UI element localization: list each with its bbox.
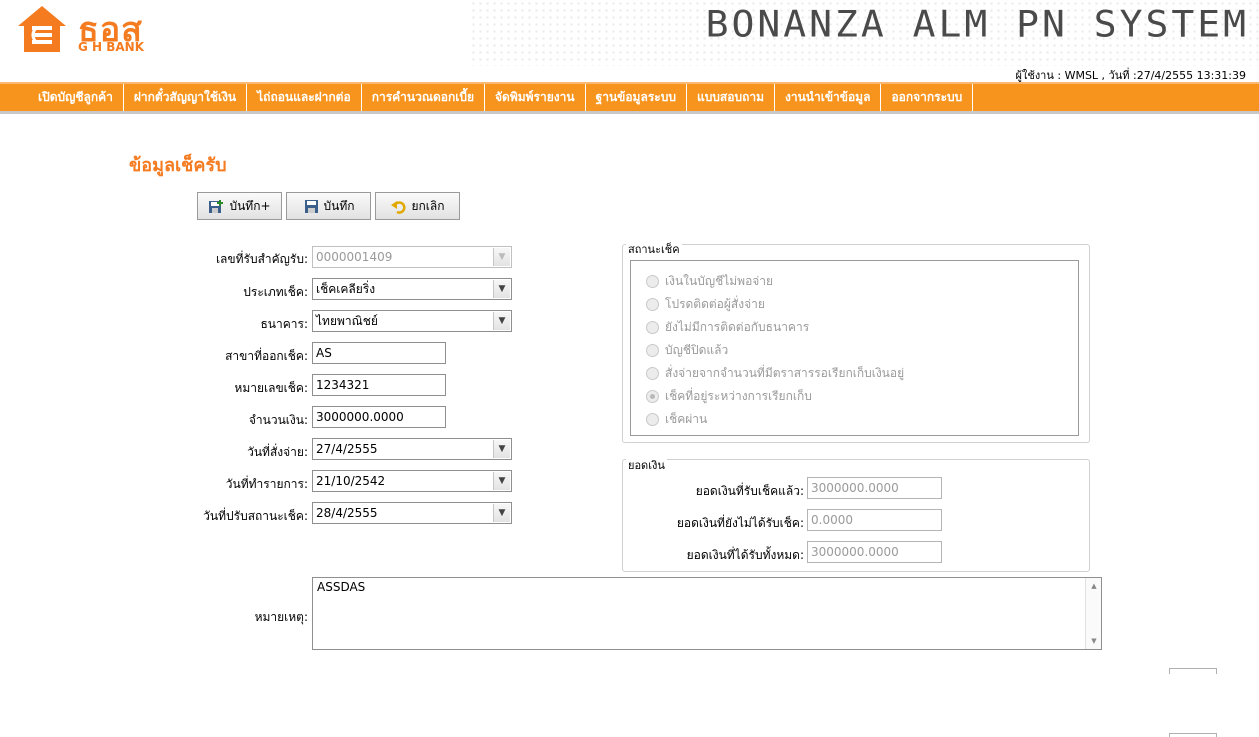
pay-date-label: วันที่สั่งจ่าย: — [247, 445, 308, 459]
total-amount-field: 3000000.0000 — [807, 541, 942, 563]
menu-interest-calc[interactable]: การคำนวณดอกเบี้ย — [362, 84, 485, 111]
status-date-label: วันที่ปรับสถานะเช็ค: — [203, 509, 308, 523]
bank-select[interactable]: ไทยพาณิชย์ ▼ — [312, 310, 512, 332]
branch-label: สาขาที่ออกเช็ค: — [225, 349, 308, 363]
status-option-label: ยังไม่มีการติดต่อกับธนาคาร — [665, 320, 810, 334]
cheque-type-value: เช็คเคลียริ่ง — [316, 282, 376, 296]
scroll-up-icon[interactable]: ▲ — [1086, 578, 1102, 594]
bank-value: ไทยพาณิชย์ — [316, 314, 378, 328]
partial-button[interactable] — [1169, 668, 1217, 674]
scroll-down-icon[interactable]: ▼ — [1086, 633, 1102, 649]
cheque-type-label: ประเภทเช็ค: — [243, 285, 308, 299]
pay-date-picker[interactable]: 27/4/2555 ▼ — [312, 438, 512, 460]
status-option[interactable]: โปรดติดต่อผู้สั่งจ่าย — [646, 295, 765, 314]
menu-open-account[interactable]: เปิดบัญชีลูกค้า — [28, 84, 124, 111]
partial-button[interactable] — [1169, 733, 1217, 737]
note-label: หมายเหตุ: — [254, 610, 308, 624]
amount-label: จำนวนเงิน: — [248, 413, 308, 427]
pay-date-value: 27/4/2555 — [316, 442, 378, 456]
chevron-down-icon[interactable]: ▼ — [493, 312, 510, 330]
main-menu: เปิดบัญชีลูกค้า ฝากตั๋วสัญญาใช้เงิน ไถ่ถ… — [0, 82, 1259, 114]
radio-button-checked[interactable] — [646, 390, 659, 403]
note-textarea[interactable]: ASSDAS ▲ ▼ — [312, 577, 1102, 650]
scrollbar[interactable]: ▲ ▼ — [1085, 578, 1101, 649]
receipt-no-value: 0000001409 — [316, 250, 393, 264]
save-label: บันทึก — [323, 198, 355, 213]
received-label: ยอดเงินที่รับเช็คแล้ว: — [695, 484, 804, 498]
receipt-no-label: เลขที่รับสำคัญรับ: — [215, 252, 308, 266]
status-option-label: เช็คที่อยู่ระหว่างการเรียกเก็บ — [665, 389, 812, 403]
radio-button[interactable] — [646, 298, 659, 311]
bank-label: ธนาคาร: — [260, 317, 308, 331]
chevron-down-icon[interactable]: ▼ — [493, 504, 510, 522]
status-option-label: สั่งจ่ายจากจำนวนที่มีตราสารรอเรียกเก็บเง… — [665, 366, 905, 380]
status-option-selected[interactable]: เช็คที่อยู่ระหว่างการเรียกเก็บ — [646, 387, 812, 406]
status-option-label: เช็คผ่าน — [665, 412, 708, 426]
menu-logout[interactable]: ออกจากระบบ — [881, 84, 974, 111]
ghbank-logo-icon — [18, 6, 66, 52]
radio-button[interactable] — [646, 344, 659, 357]
branch-input[interactable]: AS — [312, 342, 446, 364]
menu-system-database[interactable]: ฐานข้อมูลระบบ — [586, 84, 687, 111]
logo: ธอส G H BANK — [16, 4, 156, 58]
menu-redeem-renew[interactable]: ไถ่ถอนและฝากต่อ — [247, 84, 362, 111]
cheque-no-label: หมายเลขเช็ค: — [234, 381, 308, 395]
floppy-disk-icon — [304, 199, 318, 213]
total-label: ยอดเงินที่ได้รับทั้งหมด: — [686, 548, 804, 562]
pending-label: ยอดเงินที่ยังไม่ได้รับเช็ค: — [676, 516, 804, 530]
note-value: ASSDAS — [317, 580, 366, 594]
status-option-label: บัญชีปิดแล้ว — [665, 343, 729, 357]
status-option[interactable]: เงินในบัญชีไม่พอจ่าย — [646, 272, 773, 291]
save-new-label: บันทึก+ — [229, 198, 271, 213]
menu-data-import[interactable]: งานนำเข้าข้อมูล — [775, 84, 882, 111]
status-option-label: เงินในบัญชีไม่พอจ่าย — [665, 274, 774, 288]
radio-button[interactable] — [646, 413, 659, 426]
cancel-button[interactable]: ยกเลิก — [375, 192, 460, 220]
receipt-no-select: 0000001409 ▼ — [312, 246, 512, 268]
received-amount-field: 3000000.0000 — [807, 477, 942, 499]
radio-button[interactable] — [646, 275, 659, 288]
system-title: BONANZA ALM PN SYSTEM — [705, 3, 1249, 45]
chevron-down-icon[interactable]: ▼ — [493, 440, 510, 458]
status-option[interactable]: เช็คผ่าน — [646, 410, 707, 429]
balance-legend: ยอดเงิน — [626, 456, 667, 474]
save-button[interactable]: บันทึก — [286, 192, 371, 220]
status-option[interactable]: สั่งจ่ายจากจำนวนที่มีตราสารรอเรียกเก็บเง… — [646, 364, 904, 383]
txn-date-picker[interactable]: 21/10/2542 ▼ — [312, 470, 512, 492]
txn-date-value: 21/10/2542 — [316, 474, 386, 488]
save-new-button[interactable]: บันทึก+ — [197, 192, 282, 220]
radio-button[interactable] — [646, 321, 659, 334]
undo-icon — [391, 200, 407, 214]
status-date-picker[interactable]: 28/4/2555 ▼ — [312, 502, 512, 524]
cheque-status-legend: สถานะเช็ค — [626, 240, 682, 258]
header: ธอส G H BANK BONANZA ALM PN SYSTEM ผู้ใช… — [0, 0, 1259, 82]
txn-date-label: วันที่ทำรายการ: — [225, 477, 308, 491]
logo-text-english: G H BANK — [78, 40, 145, 54]
chevron-down-icon: ▼ — [493, 248, 510, 266]
status-option[interactable]: ยังไม่มีการติดต่อกับธนาคาร — [646, 318, 809, 337]
page-title: ข้อมูลเช็ครับ — [129, 155, 227, 176]
cancel-label: ยกเลิก — [411, 198, 445, 213]
menu-print-reports[interactable]: จัดพิมพ์รายงาน — [485, 84, 586, 111]
save-new-icon — [209, 199, 224, 213]
cheque-type-select[interactable]: เช็คเคลียริ่ง ▼ — [312, 278, 512, 300]
cheque-no-input[interactable]: 1234321 — [312, 374, 446, 396]
menu-deposit-promissory[interactable]: ฝากตั๋วสัญญาใช้เงิน — [124, 84, 248, 111]
status-option-label: โปรดติดต่อผู้สั่งจ่าย — [665, 297, 765, 311]
radio-button[interactable] — [646, 367, 659, 380]
chevron-down-icon[interactable]: ▼ — [493, 472, 510, 490]
status-date-value: 28/4/2555 — [316, 506, 378, 520]
status-option[interactable]: บัญชีปิดแล้ว — [646, 341, 728, 360]
chevron-down-icon[interactable]: ▼ — [493, 280, 510, 298]
menu-questionnaire[interactable]: แบบสอบถาม — [687, 84, 775, 111]
pending-amount-field: 0.0000 — [807, 509, 942, 531]
amount-input[interactable]: 3000000.0000 — [312, 406, 446, 428]
